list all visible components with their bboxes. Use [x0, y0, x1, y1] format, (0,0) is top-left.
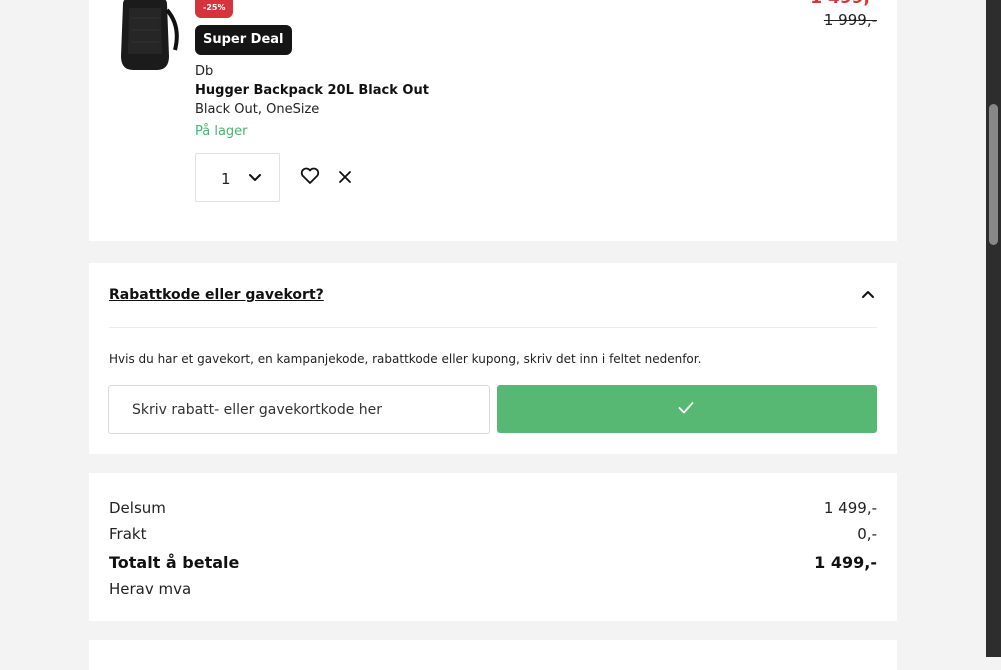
product-brand: Db	[195, 64, 214, 79]
chevron-up-icon[interactable]	[861, 287, 875, 301]
total-label: Totalt å betale	[109, 553, 240, 572]
divider	[109, 327, 877, 328]
discount-code-section: Rabattkode eller gavekort? Hvis du har e…	[89, 263, 897, 454]
product-name[interactable]: Hugger Backpack 20L Black Out	[195, 83, 429, 98]
sale-price: 1 499,-	[810, 0, 877, 8]
original-price: 1 999,-	[823, 11, 877, 29]
discount-toggle-title[interactable]: Rabattkode eller gavekort?	[109, 287, 324, 303]
subtotal-label: Delsum	[109, 499, 166, 517]
cart-item-card: -25% Super Deal Db Hugger Backpack 20L B…	[89, 0, 897, 241]
scrollbar-thumb[interactable]	[989, 104, 998, 245]
quantity-value: 1	[221, 170, 231, 188]
next-section-card	[89, 640, 897, 670]
total-value: 1 499,-	[814, 553, 877, 572]
chevron-down-icon	[249, 174, 261, 181]
close-icon[interactable]	[338, 170, 352, 184]
scrollbar[interactable]	[986, 0, 1001, 657]
shipping-value: 0,-	[857, 525, 877, 543]
vat-label: Herav mva	[109, 580, 192, 598]
discount-code-input[interactable]	[108, 385, 490, 434]
order-summary: Delsum 1 499,- Frakt 0,- Totalt å betale…	[89, 473, 897, 621]
stock-status: På lager	[195, 124, 248, 139]
subtotal-value: 1 499,-	[823, 499, 877, 517]
super-deal-badge: Super Deal	[195, 25, 292, 55]
shipping-label: Frakt	[109, 525, 147, 543]
apply-discount-button[interactable]	[497, 385, 877, 433]
heart-icon[interactable]	[300, 167, 320, 185]
quantity-select[interactable]: 1	[195, 153, 280, 202]
checkmark-icon	[678, 402, 694, 414]
product-variant: Black Out, OneSize	[195, 102, 320, 117]
product-image[interactable]	[109, 0, 181, 70]
discount-badge: -25%	[195, 0, 234, 18]
discount-info-text: Hvis du har et gavekort, en kampanjekode…	[109, 352, 702, 366]
